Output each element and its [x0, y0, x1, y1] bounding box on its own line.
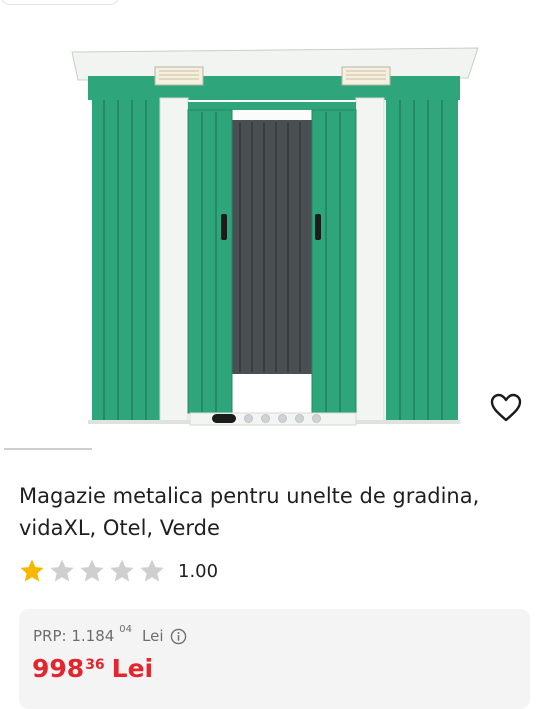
price-integer: 998	[32, 654, 85, 683]
carousel-dot[interactable]	[244, 413, 253, 423]
rrp-decimals: 04	[119, 624, 133, 635]
gallery-divider	[4, 448, 92, 450]
carousel-dot[interactable]	[312, 413, 321, 423]
rrp-label: PRP: 1.184	[33, 627, 115, 645]
carousel-dots[interactable]	[212, 411, 321, 425]
product-image	[71, 47, 479, 426]
wishlist-button[interactable]	[488, 390, 524, 424]
star-icon	[110, 559, 134, 582]
price-currency: Lei	[111, 654, 154, 683]
rrp-currency: Lei	[142, 627, 164, 645]
star-icon	[50, 559, 74, 582]
carousel-dot[interactable]	[261, 413, 270, 423]
price-box: PRP: 1.184 04 Lei 998 36 Lei	[19, 609, 530, 709]
product-rating[interactable]: 1.00	[18, 557, 218, 585]
rating-stars	[18, 557, 166, 585]
product-title: Magazie metalica pentru unelte de gradin…	[19, 484, 480, 540]
heart-outline-icon	[490, 393, 522, 421]
star-icon	[80, 559, 104, 582]
price-decimals: 36	[85, 657, 105, 673]
recommended-price: PRP: 1.184 04 Lei	[33, 624, 187, 645]
carousel-dot[interactable]	[295, 413, 304, 423]
carousel-dot[interactable]	[212, 413, 236, 423]
product-gallery[interactable]	[0, 0, 551, 440]
rating-value: 1.00	[178, 560, 219, 582]
carousel-dot[interactable]	[278, 413, 287, 423]
current-price: 998 36 Lei	[32, 654, 153, 684]
star-icon	[20, 559, 44, 582]
info-circle-icon[interactable]	[170, 628, 187, 645]
star-icon	[140, 559, 164, 582]
